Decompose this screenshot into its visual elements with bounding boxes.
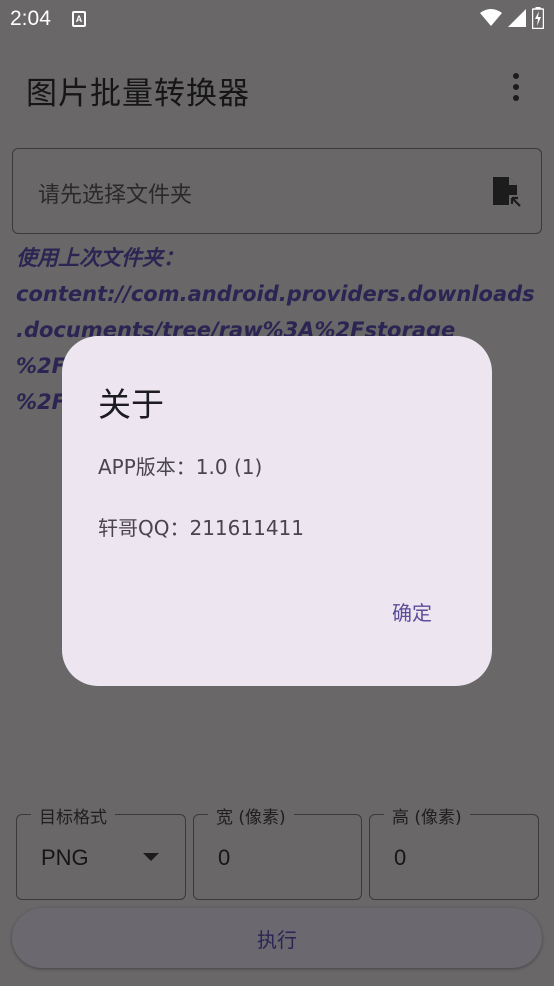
signal-icon xyxy=(508,9,526,27)
width-value: 0 xyxy=(218,845,231,870)
height-value: 0 xyxy=(394,845,407,870)
wifi-icon xyxy=(480,9,502,26)
dialog-title: 关于 xyxy=(98,385,164,424)
width-label: 宽 (像素) xyxy=(208,803,294,828)
battery-charging-icon xyxy=(532,7,544,29)
width-field[interactable]: 宽 (像素) 0 xyxy=(193,803,362,900)
ok-button[interactable]: 确定 xyxy=(392,597,432,626)
format-value: PNG xyxy=(41,845,89,870)
notification-a-icon: A xyxy=(72,11,86,27)
folder-select-field[interactable]: 请先选择文件夹 xyxy=(12,148,542,234)
app-version-text: APP版本：1.0 (1) xyxy=(98,455,263,479)
app-bar: 图片批量转换器 xyxy=(0,38,554,138)
execute-button[interactable]: 执行 xyxy=(12,908,542,968)
more-vert-icon[interactable] xyxy=(504,70,528,104)
format-dropdown[interactable]: 目标格式 PNG xyxy=(16,803,186,900)
folder-placeholder: 请先选择文件夹 xyxy=(38,183,193,208)
status-time: 2:04 xyxy=(10,7,51,30)
app-title: 图片批量转换器 xyxy=(26,76,250,112)
about-dialog: 关于 APP版本：1.0 (1) 轩哥QQ：211611411 确定 xyxy=(62,336,492,686)
contact-qq-text: 轩哥QQ：211611411 xyxy=(98,516,305,540)
height-label: 高 (像素) xyxy=(384,803,470,828)
height-field[interactable]: 高 (像素) 0 xyxy=(369,803,539,900)
file-pick-icon[interactable] xyxy=(491,175,523,209)
status-bar: 2:04 A xyxy=(0,0,554,38)
dropdown-arrow-icon xyxy=(143,853,159,861)
status-icons xyxy=(480,7,544,29)
format-label: 目标格式 xyxy=(31,803,115,828)
